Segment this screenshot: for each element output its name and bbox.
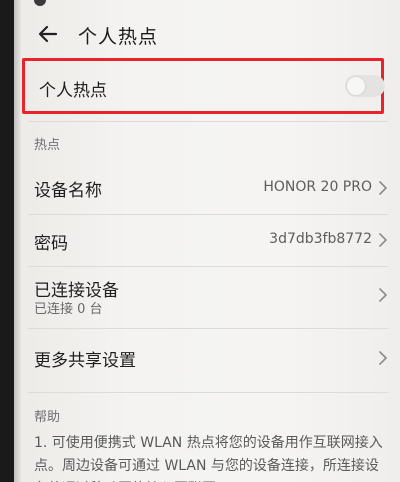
connected-devices-count: 已连接 0 台 bbox=[34, 302, 103, 317]
connected-devices-row[interactable]: 已连接设备 已连接 0 台 bbox=[14, 266, 400, 326]
divider bbox=[28, 121, 388, 122]
help-text: 1. 可使用便携式 WLAN 热点将您的设备用作互联网接入点。周边设备可通过 W… bbox=[34, 435, 383, 482]
back-arrow-icon[interactable] bbox=[36, 22, 60, 46]
header-bar: 个人热点 bbox=[14, 14, 400, 54]
password-row[interactable]: 密码 3d7db3fb8772 bbox=[14, 214, 400, 266]
device-name-title: 设备名称 bbox=[34, 181, 102, 201]
chevron-right-icon bbox=[379, 181, 387, 195]
more-sharing-settings-title: 更多共享设置 bbox=[34, 351, 136, 371]
password-value: 3d7db3fb8772 bbox=[269, 231, 372, 247]
device-name-row[interactable]: 设备名称 HONOR 20 PRO bbox=[14, 160, 400, 214]
divider bbox=[28, 328, 388, 329]
divider bbox=[28, 392, 388, 393]
status-bar-dot bbox=[34, 0, 46, 6]
password-title: 密码 bbox=[34, 234, 68, 254]
chevron-right-icon bbox=[379, 233, 387, 247]
chevron-right-icon bbox=[379, 288, 387, 302]
personal-hotspot-row[interactable]: 个人热点 bbox=[22, 58, 385, 114]
settings-screen: 个人热点 个人热点 热点 设备名称 HONOR 20 PRO 密码 3d7db3… bbox=[14, 0, 400, 482]
device-name-value: HONOR 20 PRO bbox=[263, 179, 372, 195]
personal-hotspot-label: 个人热点 bbox=[39, 81, 107, 101]
page-title: 个人热点 bbox=[78, 26, 159, 48]
more-sharing-settings-row[interactable]: 更多共享设置 bbox=[14, 330, 400, 384]
toggle-knob bbox=[347, 77, 365, 95]
section-label-help: 帮助 bbox=[34, 410, 61, 425]
section-label-hotspot: 热点 bbox=[34, 138, 61, 153]
chevron-right-icon bbox=[379, 351, 387, 365]
personal-hotspot-toggle[interactable] bbox=[345, 75, 385, 97]
